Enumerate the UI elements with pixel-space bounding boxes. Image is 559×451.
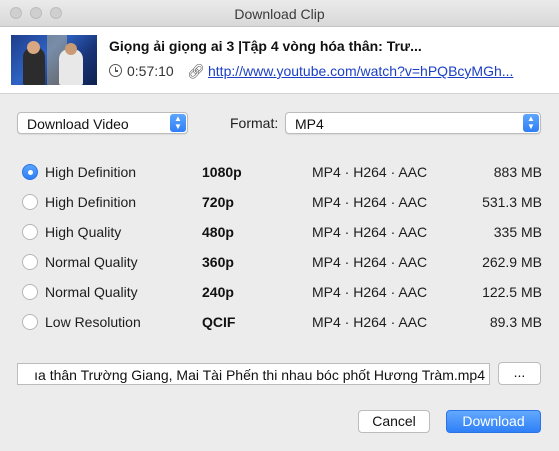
resolution-label: 1080p [202,164,242,180]
download-button[interactable]: Download [446,410,541,433]
radio-button[interactable] [22,194,38,210]
download-mode-select[interactable]: Download Video ▲ ▼ [17,112,188,134]
file-size-label: 89.3 MB [489,314,542,330]
resolution-label: 720p [202,194,234,210]
codec-label: MP4 · H264 · AAC [312,224,428,240]
video-thumbnail [11,35,97,85]
quality-option-row[interactable]: High Definition 1080p MP4 · H264 · AAC 883 … [22,161,542,183]
format-select[interactable]: MP4 ▲ ▼ [285,112,541,134]
quality-label: High Quality [45,224,122,240]
quality-option-row[interactable]: Normal Quality 240p MP4 · H264 · AAC 122.5 … [22,281,542,303]
clip-duration: 0:57:10 [127,63,174,79]
up-down-arrows-icon: ▲ ▼ [523,114,539,132]
clock-icon [109,64,122,77]
quality-label: High Definition [45,194,137,210]
resolution-label: 360p [202,254,234,270]
quality-option-row[interactable]: High Definition 720p MP4 · H264 · AAC 531.3… [22,191,542,213]
format-value: MP4 [295,116,324,132]
codec-label: MP4 · H264 · AAC [312,164,428,180]
window-title: Download Clip [234,6,325,22]
codec-label: MP4 · H264 · AAC [312,254,428,270]
clip-header: Giọng ải giọng ai 3 |Tập 4 vòng hóa thân… [0,27,559,94]
format-label: Format: [230,115,279,131]
clip-url-link[interactable]: http://www.youtube.com/watch?v=hPQBcyMGh… [208,63,513,79]
quality-label: Normal Quality [45,254,138,270]
filename-field[interactable]: ıa thân Trường Giang, Mai Tài Phến thi n… [17,363,490,385]
file-size-label: 335 MB [493,224,542,240]
quality-label: High Definition [45,164,137,180]
resolution-label: 480p [202,224,234,240]
filename-value: ıa thân Trường Giang, Mai Tài Phến thi n… [34,367,485,383]
title-bar: Download Clip [0,0,559,27]
quality-label: Low Resolution [45,314,141,330]
clip-title: Giọng ải giọng ai 3 |Tập 4 vòng hóa thân… [109,38,422,54]
up-down-arrows-icon: ▲ ▼ [170,114,186,132]
file-size-label: 262.9 MB [482,254,542,270]
codec-label: MP4 · H264 · AAC [312,194,428,210]
cancel-button[interactable]: Cancel [358,410,430,433]
resolution-label: 240p [202,284,234,300]
radio-button[interactable] [22,284,38,300]
download-mode-value: Download Video [27,116,129,132]
codec-label: MP4 · H264 · AAC [312,284,428,300]
radio-button[interactable] [22,254,38,270]
link-icon: 🔗︎ [187,63,205,79]
browse-button[interactable]: ... [498,362,541,385]
radio-button[interactable] [22,164,38,180]
file-size-label: 883 MB [493,164,542,180]
radio-button[interactable] [22,314,38,330]
resolution-label: QCIF [202,314,236,330]
quality-option-row[interactable]: High Quality 480p MP4 · H264 · AAC 335 MB [22,221,542,243]
codec-label: MP4 · H264 · AAC [312,314,428,330]
file-size-label: 531.3 MB [482,194,542,210]
radio-button[interactable] [22,224,38,240]
quality-option-row[interactable]: Normal Quality 360p MP4 · H264 · AAC 262.9 … [22,251,542,273]
quality-label: Normal Quality [45,284,138,300]
file-size-label: 122.5 MB [482,284,542,300]
quality-option-row[interactable]: Low Resolution QCIF MP4 · H264 · AAC 89.3 M… [22,311,542,333]
